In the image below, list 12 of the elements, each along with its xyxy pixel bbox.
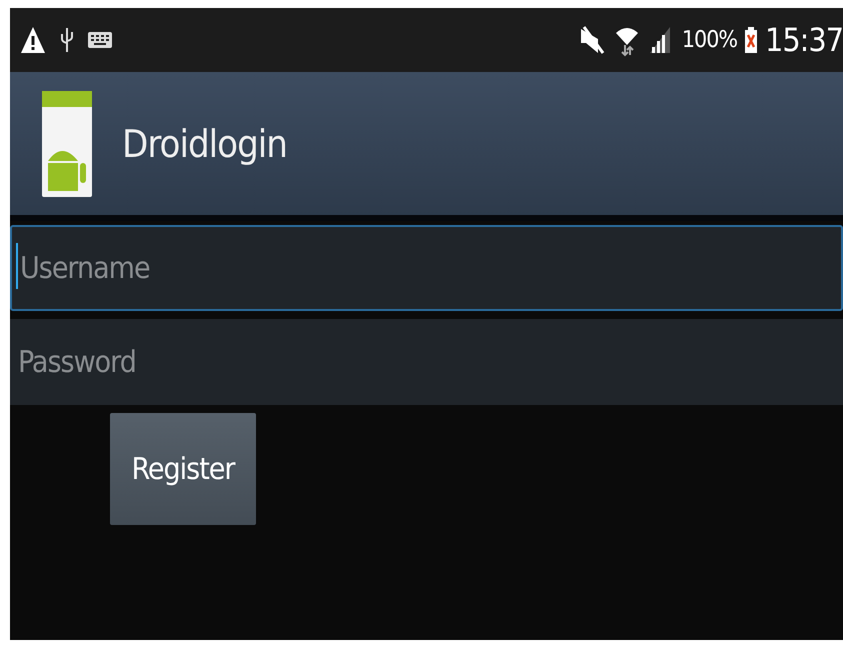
- usb-icon: [60, 26, 74, 54]
- battery-icon: [745, 27, 758, 53]
- app-icon: [42, 90, 92, 196]
- text-field[interactable]: Username: [10, 225, 843, 311]
- app-title: Droidlogin: [122, 122, 287, 166]
- warning-icon: [20, 25, 46, 55]
- clock-time: 15:37: [765, 21, 843, 59]
- battery-percentage: 100%: [682, 27, 738, 53]
- register-button[interactable]: Register: [110, 413, 256, 525]
- keyboard-icon: [88, 32, 112, 48]
- text-cursor: [16, 243, 18, 289]
- text-field[interactable]: Password: [10, 319, 843, 405]
